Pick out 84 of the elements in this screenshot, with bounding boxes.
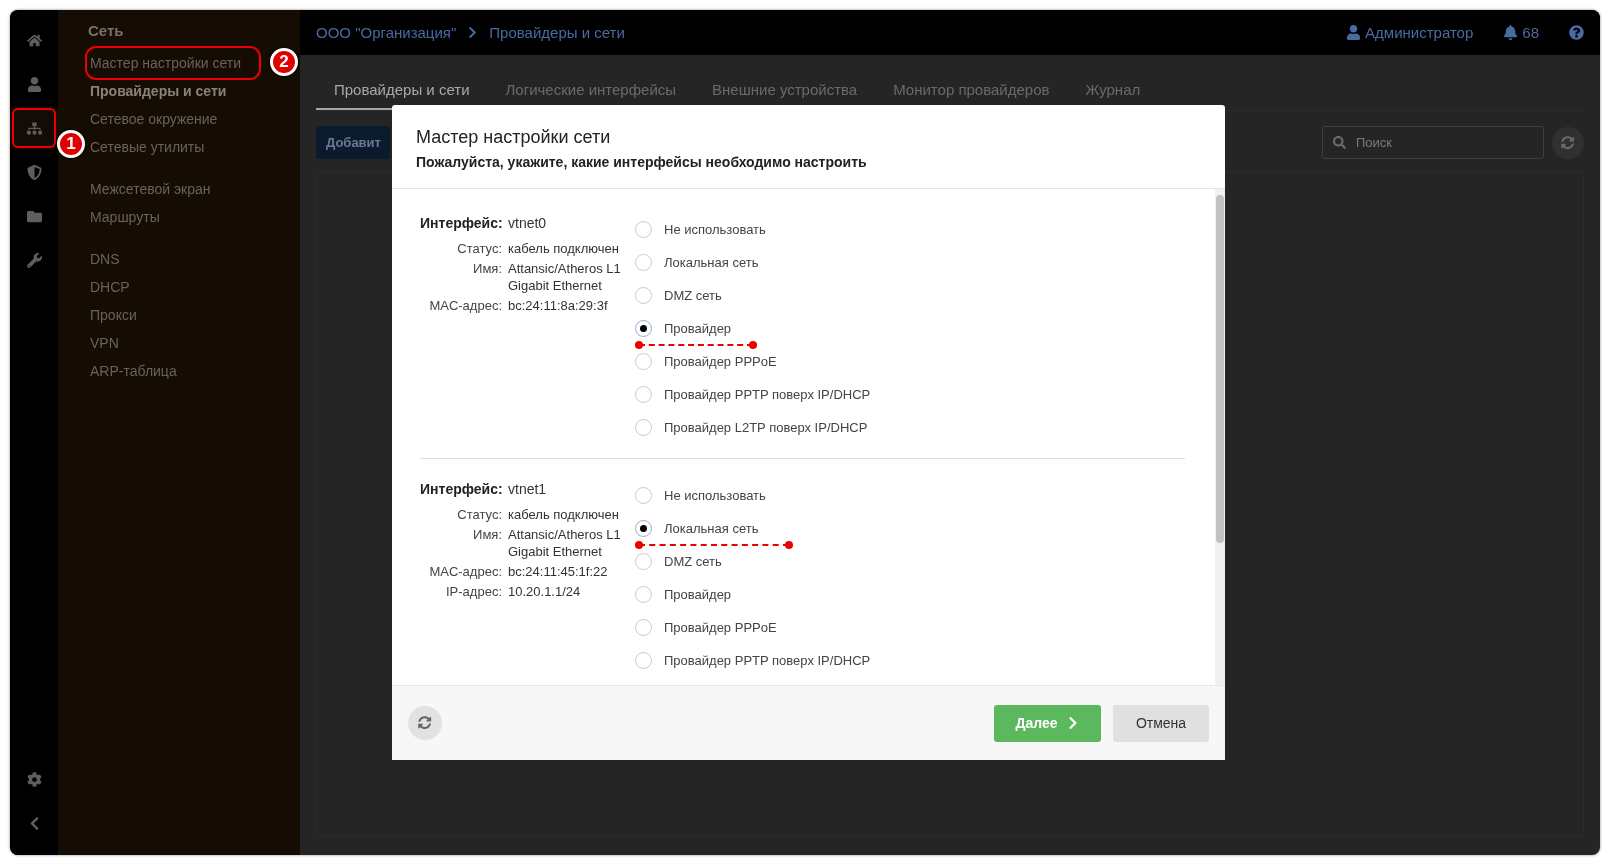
- refresh-button[interactable]: [408, 706, 442, 740]
- home-icon: [26, 32, 42, 48]
- radio-option[interactable]: Локальная сеть: [635, 512, 871, 545]
- field-value: кабель подключен: [508, 506, 620, 523]
- add-button[interactable]: Добавит: [316, 126, 390, 159]
- search-icon: [1333, 136, 1346, 149]
- radio-option[interactable]: Не использовать: [635, 479, 871, 512]
- shield-icon: [26, 164, 42, 180]
- field-value: vtnet0: [508, 215, 548, 232]
- sidebar-item[interactable]: Сетевые утилиты: [88, 133, 288, 161]
- field-label: MAC-адрес:: [428, 297, 502, 314]
- dialog-subtitle: Пожалуйста, укажите, какие интерфейсы необходимо настроить: [416, 154, 868, 170]
- next-button[interactable]: Далее: [994, 704, 1101, 742]
- search-input[interactable]: Поиск: [1354, 134, 1514, 151]
- radio-option[interactable]: DMZ сеть: [635, 279, 871, 312]
- radio-option[interactable]: DMZ сеть: [635, 545, 871, 578]
- refresh-icon: [1561, 135, 1575, 150]
- sidebar-item[interactable]: ARP-таблица: [88, 357, 288, 385]
- field-label: Статус:: [456, 240, 502, 257]
- field-label: Интерфейс:: [420, 215, 502, 233]
- sidebar-item[interactable]: Межсетевой экран: [88, 175, 288, 203]
- notifications-button[interactable]: 68: [1503, 24, 1539, 41]
- user-menu[interactable]: Администратор: [1346, 24, 1474, 41]
- radio-button[interactable]: [635, 419, 652, 436]
- field-value: 10.20.1.1/24: [508, 583, 582, 600]
- sidebar-item[interactable]: Прокси: [88, 301, 288, 329]
- radio-option[interactable]: Провайдер PPPoE: [635, 345, 871, 378]
- field-value: bc:24:11:8a:29:3f: [508, 297, 609, 314]
- sidebar-item[interactable]: Мастер настройки сети: [88, 49, 258, 77]
- radio-button[interactable]: [635, 652, 652, 669]
- user-icon: [1346, 25, 1362, 40]
- field-label: MAC-адрес:: [428, 563, 502, 580]
- field-label: IP-адрес:: [445, 583, 502, 600]
- field-value: bc:24:11:45:1f:22: [508, 563, 609, 580]
- radio-option[interactable]: Провайдер: [635, 312, 871, 345]
- radio-button[interactable]: [635, 287, 652, 304]
- sidebar-title: Сеть: [88, 22, 125, 39]
- refresh-icon: [418, 716, 432, 730]
- field-label: Статус:: [456, 506, 502, 523]
- sidebar-item[interactable]: DNS: [88, 245, 288, 273]
- sidebar-item[interactable]: DHCP: [88, 273, 288, 301]
- folder-icon: [26, 208, 42, 224]
- breadcrumb-link[interactable]: Провайдеры и сети: [489, 24, 625, 41]
- help-button[interactable]: [1569, 25, 1584, 40]
- radio-option[interactable]: Локальная сеть: [635, 246, 871, 279]
- radio-option[interactable]: Не использовать: [635, 213, 871, 246]
- cancel-button[interactable]: Отмена: [1113, 704, 1209, 742]
- sidebar-item[interactable]: VPN: [88, 329, 288, 357]
- field-value: vtnet1: [508, 481, 548, 498]
- sitemap-icon: [26, 120, 42, 136]
- field-value: кабель подключен: [508, 240, 620, 257]
- annotation-number: 2: [270, 48, 298, 76]
- radio-option[interactable]: Провайдер PPPoE: [635, 611, 871, 644]
- radio-button[interactable]: [635, 320, 652, 337]
- sidebar-item[interactable]: Маршруты: [88, 203, 288, 231]
- search-field[interactable]: Поиск: [1322, 126, 1544, 159]
- rail-button[interactable]: [10, 106, 58, 150]
- radio-button[interactable]: [635, 221, 652, 238]
- radio-button[interactable]: [635, 386, 652, 403]
- refresh-button[interactable]: [1552, 126, 1584, 159]
- field-label: Интерфейс:: [420, 481, 502, 499]
- sidebar-item[interactable]: Сетевое окружение: [88, 105, 288, 133]
- wrench-icon: [26, 252, 42, 268]
- radio-button[interactable]: [635, 619, 652, 636]
- radio-button[interactable]: [635, 520, 652, 537]
- field-label: Имя:: [472, 526, 502, 544]
- radio-button[interactable]: [635, 254, 652, 271]
- dialog-title: Мастер настройки сети: [416, 127, 612, 148]
- settings-icon: [26, 771, 42, 787]
- radio-option[interactable]: Провайдер: [635, 578, 871, 611]
- radio-button[interactable]: [635, 487, 652, 504]
- radio-button[interactable]: [635, 353, 652, 370]
- radio-option[interactable]: Провайдер PPTP поверх IP/DHCP: [635, 644, 871, 677]
- sidebar-item[interactable]: Провайдеры и сети: [88, 77, 288, 105]
- radio-button[interactable]: [635, 553, 652, 570]
- user-icon: [26, 76, 42, 92]
- radio-option[interactable]: Провайдер L2TP поверх IP/DHCP: [635, 411, 871, 444]
- radio-option[interactable]: Провайдер PPTP поверх IP/DHCP: [635, 378, 871, 411]
- field-label: Имя:: [472, 260, 502, 278]
- bell-icon: [1503, 25, 1519, 40]
- radio-button[interactable]: [635, 586, 652, 603]
- help-icon: [1569, 25, 1584, 40]
- breadcrumb-link[interactable]: ООО "Организация": [316, 24, 457, 41]
- scrollbar[interactable]: [1215, 189, 1225, 685]
